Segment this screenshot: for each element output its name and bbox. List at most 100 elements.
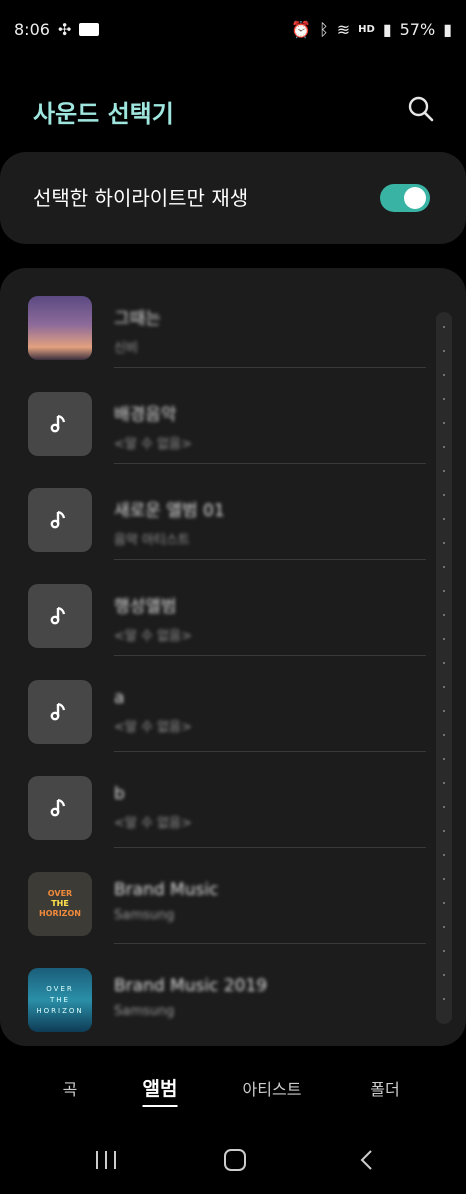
album-art: OVER THE HORIZON xyxy=(28,968,92,1032)
album-title: b xyxy=(114,784,125,804)
scroll-index-dot xyxy=(443,734,445,736)
scroll-index-dot xyxy=(443,398,445,400)
album-placeholder-thumb xyxy=(28,776,92,840)
music-note-icon xyxy=(50,606,66,625)
recent-apps-icon xyxy=(96,1151,116,1169)
scroll-index-dot xyxy=(443,542,445,544)
scroll-index-dot xyxy=(443,950,445,952)
album-artist: <알 수 없음> xyxy=(114,816,192,831)
album-title: 행성앨범 xyxy=(114,597,177,617)
album-artist: Samsung xyxy=(114,1004,175,1019)
album-list-card: 그때는신비배경음악 <알 수 없음> 새로운 앨범 01 음악 아티스트행성앨범 <알 … xyxy=(0,268,466,1046)
status-bar: 8:06 ✣ ⏰ ᛒ ≋ HD ▮ 57% ▮ xyxy=(0,0,466,58)
album-title: 새로운 앨범 01 xyxy=(114,501,225,521)
album-text: 행성앨범 <알 수 없음> xyxy=(114,592,192,644)
scroll-index-dot xyxy=(443,974,445,976)
system-nav-bar xyxy=(0,1130,466,1194)
album-title: Brand Music 2019 xyxy=(114,976,268,996)
scroll-index-dot xyxy=(443,998,445,1000)
album-list-item[interactable]: a <알 수 없음> xyxy=(0,652,466,752)
search-button[interactable] xyxy=(406,94,436,124)
album-list-item[interactable]: 새로운 앨범 01 음악 아티스트 xyxy=(0,460,466,560)
album-art xyxy=(28,296,92,360)
scroll-index-dot xyxy=(443,326,445,328)
scroll-index-dot xyxy=(443,926,445,928)
status-right: ⏰ ᛒ ≋ HD ▮ 57% ▮ xyxy=(291,20,452,39)
highlight-label: 선택한 하이라이트만 재생 xyxy=(33,186,249,210)
album-placeholder-thumb xyxy=(28,392,92,456)
album-list-item[interactable]: 그때는신비 xyxy=(0,268,466,368)
home-button[interactable] xyxy=(222,1148,248,1176)
album-art-text: OVER xyxy=(46,984,74,993)
scroll-index-dot xyxy=(443,422,445,424)
battery-level: 57% xyxy=(399,19,436,39)
album-text: a <알 수 없음> xyxy=(114,688,192,735)
status-time: 8:06 xyxy=(14,19,50,39)
album-placeholder-thumb xyxy=(28,488,92,552)
album-art-text: HORIZON xyxy=(39,909,81,918)
album-list-item[interactable]: 행성앨범 <알 수 없음> xyxy=(0,556,466,656)
album-text: 배경음악 <알 수 없음> xyxy=(114,400,192,452)
bluetooth-icon: ᛒ xyxy=(319,19,329,39)
highlight-card[interactable]: 선택한 하이라이트만 재생 xyxy=(0,152,466,244)
music-note-icon xyxy=(50,510,66,529)
album-text: Brand Music 2019 Samsung xyxy=(114,976,267,1019)
scroll-index-dot xyxy=(443,590,445,592)
album-art: OVER THE HORIZON xyxy=(28,872,92,936)
back-button[interactable] xyxy=(355,1148,381,1176)
scroll-index-dot xyxy=(443,638,445,640)
back-icon xyxy=(360,1150,372,1170)
album-text: 새로운 앨범 01 음악 아티스트 xyxy=(114,496,225,548)
album-title: a xyxy=(114,688,125,708)
music-note-icon xyxy=(50,798,66,817)
album-artist: <알 수 없음> xyxy=(114,437,192,452)
album-list-item[interactable]: OVER THE HORIZON Brand Music 2019 Samsung xyxy=(0,940,466,1036)
scroll-index-dot xyxy=(443,662,445,664)
scroll-index-dot xyxy=(443,830,445,832)
album-title: Brand Music xyxy=(114,880,219,900)
album-title: 그때는 xyxy=(114,309,161,329)
recent-apps-button[interactable] xyxy=(93,1148,119,1176)
music-note-icon xyxy=(50,702,66,721)
tab-0[interactable]: 곡 xyxy=(63,1076,78,1100)
album-artist: 신비 xyxy=(114,341,138,356)
alarm-icon: ⏰ xyxy=(291,19,312,39)
home-icon xyxy=(224,1149,246,1171)
status-left: 8:06 ✣ xyxy=(14,19,100,39)
tab-2[interactable]: 아티스트 xyxy=(243,1076,302,1100)
music-note-icon xyxy=(50,414,66,433)
album-placeholder-thumb xyxy=(28,680,92,744)
album-art-text: THE xyxy=(50,995,70,1004)
scroll-index-dot xyxy=(443,350,445,352)
scroll-index-dot xyxy=(443,902,445,904)
album-art-text: THE xyxy=(51,899,69,908)
album-artist: 음악 아티스트 xyxy=(114,533,190,548)
highlight-toggle[interactable] xyxy=(380,184,430,212)
tab-1[interactable]: 앨범 xyxy=(142,1074,178,1107)
tab-3[interactable]: 폴더 xyxy=(370,1076,399,1100)
app-header: 사운드 선택기 xyxy=(0,80,466,140)
scroll-index-dot xyxy=(443,854,445,856)
scroll-index-dot xyxy=(443,686,445,688)
album-list-item[interactable]: OVER THE HORIZON Brand Music Samsung xyxy=(0,844,466,944)
album-text: 그때는신비 xyxy=(114,304,161,356)
album-text: Brand Music Samsung xyxy=(114,880,218,923)
page-title: 사운드 선택기 xyxy=(33,100,174,128)
fast-scrollbar[interactable] xyxy=(436,312,452,1024)
notification-badge-icon xyxy=(79,22,100,36)
wifi-icon: ≋ xyxy=(336,19,351,39)
album-list-item[interactable]: 배경음악 <알 수 없음> xyxy=(0,364,466,464)
album-artist: <알 수 없음> xyxy=(114,629,192,644)
hd-voice-label: HD xyxy=(358,23,375,35)
album-list-item[interactable]: b <알 수 없음> xyxy=(0,748,466,848)
scroll-index-dot xyxy=(443,446,445,448)
album-text: b <알 수 없음> xyxy=(114,784,192,831)
album-art-text: OVER xyxy=(47,889,73,898)
scroll-index-dot xyxy=(443,614,445,616)
signal-icon: ▮ xyxy=(382,19,392,39)
album-placeholder-thumb xyxy=(28,584,92,648)
album-artist: Samsung xyxy=(114,908,175,923)
fan-icon: ✣ xyxy=(57,19,72,39)
scroll-index-dot xyxy=(443,782,445,784)
album-art-text: HORIZON xyxy=(36,1006,84,1015)
